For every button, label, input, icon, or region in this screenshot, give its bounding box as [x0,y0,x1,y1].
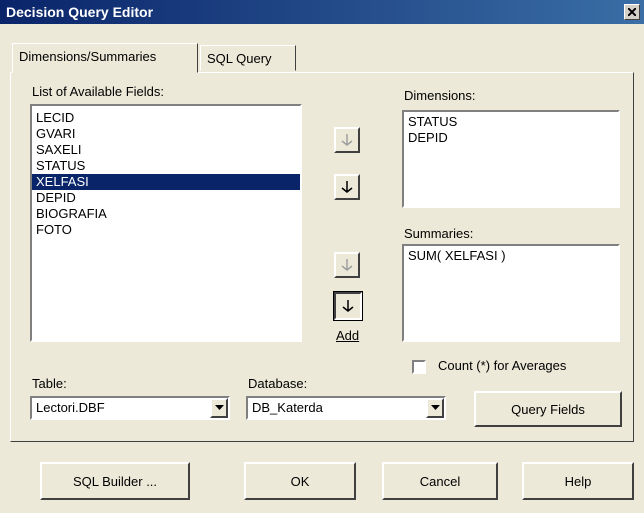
add-dimension-button[interactable] [334,174,360,200]
table-combo[interactable]: Lectori.DBF [30,396,230,420]
list-item[interactable]: DEPID [32,190,300,206]
database-combo[interactable]: DB_Katerda [246,396,446,420]
dimensions-label: Dimensions: [404,88,476,103]
button-label: Help [564,473,592,489]
add-summary-button-disabled[interactable] [334,252,360,278]
summaries-label: Summaries: [404,226,474,241]
close-button[interactable] [624,4,640,20]
add-dimension-button-disabled[interactable] [334,127,360,153]
arrow-down-icon [341,181,353,193]
close-icon [628,8,636,16]
chevron-down-icon [215,405,224,410]
cancel-button[interactable]: Cancel [382,462,498,500]
list-item[interactable]: FOTO [32,222,300,238]
add-summary-button[interactable] [333,291,363,321]
table-dropdown-button[interactable] [210,398,228,418]
available-fields-list[interactable]: LECID GVARI SAXELI STATUS XELFASI DEPID BIOGRA… [30,104,302,342]
tab-label: Dimensions/Summaries [19,49,157,64]
list-item[interactable]: BIOGRAFIA [32,206,300,222]
list-item[interactable]: XELFASI [32,174,300,190]
list-item[interactable]: GVARI [32,126,300,142]
chevron-down-icon [431,405,440,410]
summaries-list[interactable]: SUM( XELFASI ) [402,244,620,342]
dimension-item[interactable]: DEPID [404,130,618,146]
count-checkbox-label: Count (*) for Averages [438,358,567,373]
database-label: Database: [248,376,308,391]
table-label: Table: [32,376,67,391]
database-value: DB_Katerda [252,400,323,415]
tab-dimensions-summaries[interactable]: Dimensions/Summaries [12,43,198,73]
sql-builder-button[interactable]: SQL Builder ... [40,462,190,500]
query-fields-button[interactable]: Query Fields [474,391,622,427]
button-label: Query Fields [511,401,585,417]
tab-label: SQL Query [207,51,272,66]
arrow-down-icon [342,300,354,312]
tab-sql-query[interactable]: SQL Query [200,45,296,71]
button-label: Cancel [419,473,461,489]
arrow-down-icon [341,259,353,271]
arrow-down-icon [341,134,353,146]
list-item[interactable]: SAXELI [32,142,300,158]
help-button[interactable]: Help [522,462,634,500]
window-title: Decision Query Editor [6,4,154,20]
list-item[interactable]: STATUS [32,158,300,174]
title-bar: Decision Query Editor [0,0,644,24]
ok-button[interactable]: OK [244,462,356,500]
add-label: Add [336,328,360,343]
count-checkbox[interactable] [412,360,426,374]
dimensions-list[interactable]: STATUS DEPID [402,110,620,208]
dimension-item[interactable]: STATUS [404,114,618,130]
button-label: SQL Builder ... [72,473,158,489]
database-dropdown-button[interactable] [426,398,444,418]
button-label: OK [290,473,310,489]
summary-item[interactable]: SUM( XELFASI ) [404,248,618,264]
list-item[interactable]: LECID [32,110,300,126]
available-fields-label: List of Available Fields: [32,84,164,99]
table-value: Lectori.DBF [36,400,105,415]
